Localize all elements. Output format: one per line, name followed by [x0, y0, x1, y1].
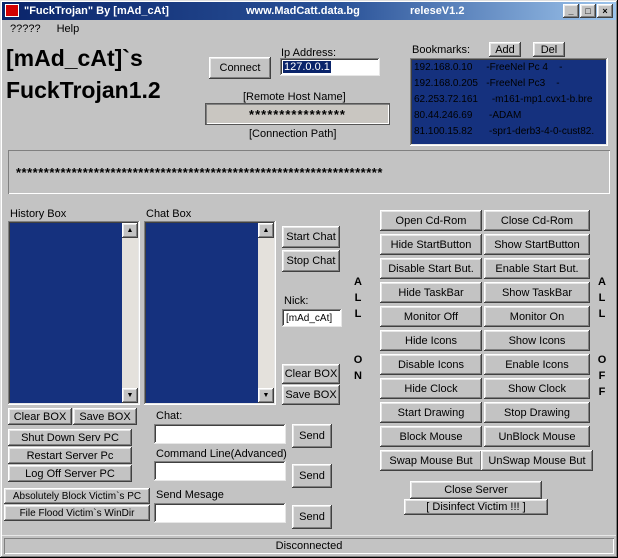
clear-historybox-button[interactable]: Clear BOX [8, 408, 72, 425]
maximize-button[interactable]: □ [580, 4, 596, 18]
shutdown-server-button[interactable]: Shut Down Serv PC [8, 429, 132, 446]
show-taskbar-button[interactable]: Show TaskBar [484, 282, 590, 303]
ip-address-input[interactable]: 127.0.0.1 [280, 58, 380, 76]
send-message-label: Send Mesage [156, 489, 224, 501]
minimize-icon: _ [568, 6, 573, 16]
bookmark-entry[interactable]: 62.253.72.161 -m161-mp1.cvx1-b.bre [410, 92, 608, 108]
start-chat-button[interactable]: Start Chat [282, 226, 340, 248]
save-historybox-button[interactable]: Save BOX [73, 408, 137, 425]
nick-label: Nick: [284, 295, 308, 307]
maximize-icon: □ [585, 6, 590, 16]
app-brand: [mAd_cAt]`s FuckTrojan1.2 [6, 42, 161, 106]
clear-chatbox-button[interactable]: Clear BOX [282, 364, 340, 384]
bookmark-entry[interactable]: 192.168.0.10 -FreeNel Pc 4 - [410, 60, 608, 76]
hide-icons-button[interactable]: Hide Icons [380, 330, 482, 351]
stop-drawing-button[interactable]: Stop Drawing [484, 402, 590, 423]
title-bar: "FuckTrojan" By [mAd_cAt] www.MadCatt.da… [2, 2, 616, 20]
banner-stars: ****************************************… [16, 165, 383, 180]
show-icons-button[interactable]: Show Icons [484, 330, 590, 351]
chat-listbox[interactable]: ▲ ▼ [144, 221, 276, 405]
enable-icons-button[interactable]: Enable Icons [484, 354, 590, 375]
disable-icons-button[interactable]: Disable Icons [380, 354, 482, 375]
save-chatbox-button[interactable]: Save BOX [282, 385, 340, 405]
history-scrollbar[interactable]: ▲ ▼ [122, 223, 138, 403]
monitor-off-button[interactable]: Monitor Off [380, 306, 482, 327]
status-text: Disconnected [276, 540, 343, 552]
menu-item-questions[interactable]: ????? [2, 21, 49, 37]
connection-path-label: [Connection Path] [249, 128, 336, 140]
hide-taskbar-button[interactable]: Hide TaskBar [380, 282, 482, 303]
disinfect-victim-button[interactable]: [ Disinfect Victim !!! ] [404, 499, 548, 515]
window-site: www.MadCatt.data.bg [246, 5, 360, 17]
swap-mouse-button[interactable]: Swap Mouse But [380, 450, 482, 471]
remote-host-label: [Remote Host Name] [243, 91, 346, 103]
start-drawing-button[interactable]: Start Drawing [380, 402, 482, 423]
window-title: "FuckTrojan" By [mAd_cAt] [24, 5, 169, 17]
minimize-button[interactable]: _ [563, 4, 579, 18]
show-startbutton-button[interactable]: Show StartButton [484, 234, 590, 255]
hide-startbutton-button[interactable]: Hide StartButton [380, 234, 482, 255]
open-cdrom-button[interactable]: Open Cd-Rom [380, 210, 482, 231]
menu-bar: ????? Help [2, 20, 616, 37]
banner-panel: ****************************************… [8, 150, 610, 194]
history-listbox[interactable]: ▲ ▼ [8, 221, 140, 405]
close-server-button[interactable]: Close Server [410, 481, 542, 499]
all-off-label: ALL OFF [596, 276, 608, 402]
unblock-mouse-button[interactable]: UnBlock Mouse [484, 426, 590, 447]
all-on-label: ALL ON [352, 276, 364, 386]
command-line-label: Command Line(Advanced) [156, 448, 287, 460]
logoff-server-button[interactable]: Log Off Server PC [8, 465, 132, 482]
window-version: releseV1.2 [410, 5, 464, 17]
close-cdrom-button[interactable]: Close Cd-Rom [484, 210, 590, 231]
close-button[interactable]: × [597, 4, 613, 18]
nick-input[interactable] [282, 309, 342, 327]
status-panel: Disconnected [4, 538, 614, 554]
disable-start-button[interactable]: Disable Start But. [380, 258, 482, 279]
send-message-button[interactable]: Send [292, 505, 332, 529]
file-flood-button[interactable]: File Flood Victim`s WinDir [4, 505, 150, 521]
brand-line-2: FuckTrojan1.2 [6, 74, 161, 106]
scroll-down-icon[interactable]: ▼ [122, 388, 138, 403]
bookmarks-listbox[interactable]: 192.168.0.10 -FreeNel Pc 4 - 192.168.0.2… [410, 58, 608, 146]
hide-clock-button[interactable]: Hide Clock [380, 378, 482, 399]
chat-input[interactable] [154, 424, 286, 444]
chat-input-label: Chat: [156, 410, 182, 422]
block-victim-pc-button[interactable]: Absolutely Block Victim`s PC [4, 488, 150, 504]
bookmark-entry[interactable]: 192.168.0.205 -FreeNel Pc3 - [410, 76, 608, 92]
app-icon [5, 4, 19, 17]
menu-item-help[interactable]: Help [49, 21, 88, 37]
stop-chat-button[interactable]: Stop Chat [282, 250, 340, 272]
monitor-on-button[interactable]: Monitor On [484, 306, 590, 327]
send-chat-button[interactable]: Send [292, 424, 332, 448]
enable-start-button[interactable]: Enable Start But. [484, 258, 590, 279]
restart-server-button[interactable]: Restart Server Pc [8, 447, 132, 464]
unswap-mouse-button[interactable]: UnSwap Mouse But [481, 450, 593, 471]
remote-host-field[interactable]: **************** [205, 103, 390, 125]
connect-button[interactable]: Connect [209, 57, 271, 79]
scrollbar-track[interactable] [122, 238, 138, 388]
send-command-button[interactable]: Send [292, 464, 332, 488]
bookmark-add-button[interactable]: Add [489, 42, 521, 57]
bookmark-entry[interactable]: 81.100.15.82 -spr1-derb3-4-0-cust82. [410, 124, 608, 140]
ip-address-value: 127.0.0.1 [283, 61, 331, 73]
scroll-up-icon[interactable]: ▲ [122, 223, 138, 238]
remote-host-value: **************** [249, 107, 346, 122]
close-icon: × [602, 6, 607, 16]
scroll-down-icon[interactable]: ▼ [258, 388, 274, 403]
chat-scrollbar[interactable]: ▲ ▼ [258, 223, 274, 403]
command-line-input[interactable] [154, 461, 286, 481]
send-message-input[interactable] [154, 503, 286, 523]
scrollbar-track[interactable] [258, 238, 274, 388]
brand-line-1: [mAd_cAt]`s [6, 42, 161, 74]
bookmark-entry[interactable]: 80.44.246.69 -ADAM [410, 108, 608, 124]
scroll-up-icon[interactable]: ▲ [258, 223, 274, 238]
app-window: "FuckTrojan" By [mAd_cAt] www.MadCatt.da… [0, 0, 618, 558]
show-clock-button[interactable]: Show Clock [484, 378, 590, 399]
bookmark-del-button[interactable]: Del [533, 42, 565, 57]
bookmarks-label: Bookmarks: [412, 44, 470, 56]
status-bar: Disconnected [2, 535, 616, 556]
chat-box-label: Chat Box [146, 208, 191, 220]
block-mouse-button[interactable]: Block Mouse [380, 426, 482, 447]
history-box-label: History Box [10, 208, 66, 220]
